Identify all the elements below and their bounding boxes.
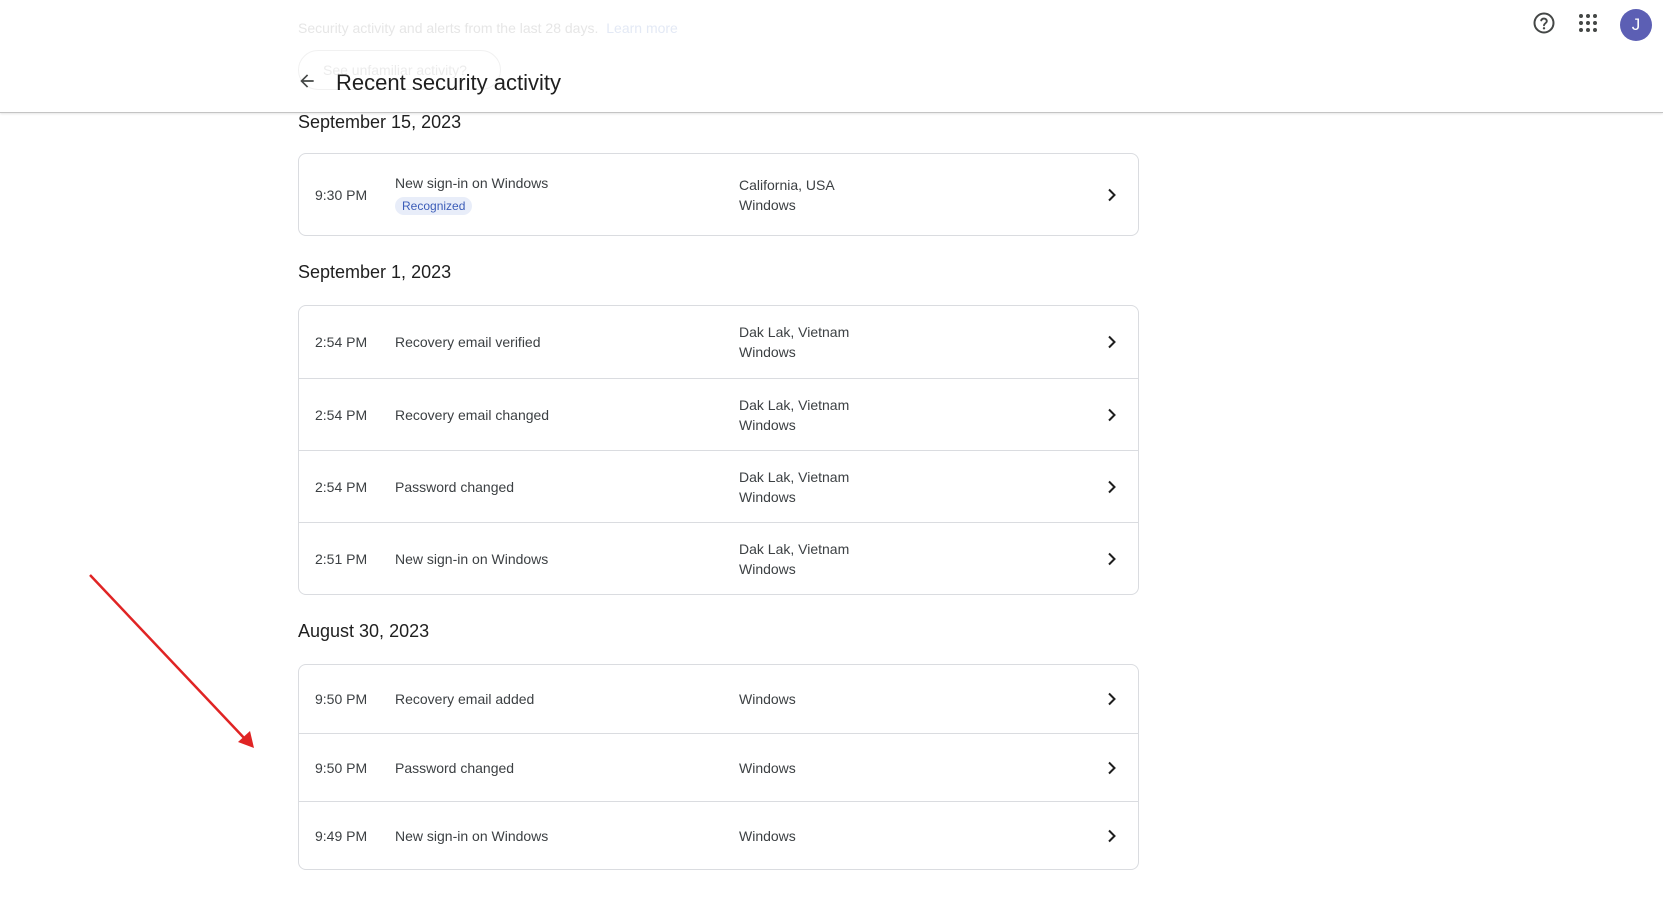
activity-event: Recovery email verified: [395, 334, 541, 350]
annotation-arrow-icon: [89, 574, 254, 748]
activity-event: New sign-in on Windows: [395, 174, 549, 191]
activity-event: Password changed: [395, 759, 515, 776]
activity-row[interactable]: 2:54 PM Password changed Dak Lak, Vietna…: [299, 450, 1138, 522]
activity-device: Windows: [739, 196, 796, 213]
activity-event-block: Recovery email changed: [395, 379, 549, 450]
page-header: Recent security activity J: [0, 0, 1663, 113]
activity-event-block: New sign-in on Windows: [395, 802, 548, 869]
activity-event: New sign-in on Windows: [395, 827, 549, 844]
activity-time: 2:54 PM: [315, 334, 368, 350]
activity-row[interactable]: 9:30 PM New sign-in on Windows Recognize…: [299, 154, 1138, 235]
activity-location-block: Windows: [739, 734, 796, 801]
activity-device: Windows: [739, 488, 796, 505]
activity-device: Windows: [739, 691, 796, 707]
chevron-right-icon: [1106, 523, 1118, 594]
activity-device: Windows: [739, 344, 796, 360]
back-button[interactable]: [293, 69, 321, 97]
activity-location-block: Dak Lak, Vietnam Windows: [739, 306, 849, 378]
activity-location: California, USA: [739, 176, 835, 193]
page: Security activity and alerts from the la…: [0, 0, 1663, 900]
activity-card-sep-15: 9:30 PM New sign-in on Windows Recognize…: [298, 153, 1139, 236]
activity-card-aug-30: 9:50 PM Recovery email added Windows 9:5…: [298, 664, 1139, 870]
activity-device: Windows: [739, 416, 796, 433]
page-title: Recent security activity: [336, 70, 561, 95]
chevron-right-icon: [1106, 154, 1118, 235]
chevron-right-icon: [1106, 665, 1118, 733]
activity-location-block: Windows: [739, 665, 796, 733]
activity-event-block: New sign-in on Windows: [395, 523, 548, 594]
activity-location-block: Dak Lak, Vietnam Windows: [739, 523, 849, 594]
group-date-sep-15: September 15, 2023: [298, 112, 462, 132]
activity-location: Dak Lak, Vietnam: [739, 324, 850, 340]
activity-row[interactable]: 2:54 PM Recovery email verified Dak Lak,…: [299, 306, 1138, 378]
activity-card-sep-1: 2:54 PM Recovery email verified Dak Lak,…: [298, 305, 1139, 595]
activity-event: Recovery email changed: [395, 406, 550, 423]
arrow-back-icon: [297, 71, 317, 96]
activity-event-block: Recovery email added: [395, 665, 534, 733]
activity-event: Recovery email added: [395, 691, 535, 707]
activity-location-block: Windows: [739, 802, 796, 869]
chevron-right-icon: [1106, 734, 1118, 801]
group-date-aug-30: August 30, 2023: [298, 621, 430, 641]
activity-row[interactable]: 9:50 PM Password changed Windows: [299, 733, 1138, 801]
help-button[interactable]: [1531, 12, 1557, 38]
activity-device: Windows: [739, 827, 796, 844]
activity-list: September 15, 2023 9:30 PM New sign-in o…: [298, 110, 1139, 870]
activity-time: 9:49 PM: [315, 827, 368, 844]
activity-event-block: Password changed: [395, 734, 514, 801]
activity-device: Windows: [739, 759, 796, 776]
group-date-sep-1: September 1, 2023: [298, 262, 452, 282]
activity-time: 9:50 PM: [315, 759, 368, 776]
activity-event-block: Recovery email verified: [395, 306, 541, 378]
recognized-badge: Recognized: [395, 196, 473, 215]
chevron-right-icon: [1106, 379, 1118, 450]
activity-time: 9:50 PM: [315, 691, 368, 707]
activity-location-block: Dak Lak, Vietnam Windows: [739, 451, 849, 522]
activity-event-block: New sign-in on Windows Recognized: [395, 154, 548, 235]
apps-grid-icon: [1578, 13, 1598, 38]
activity-time: 2:51 PM: [315, 550, 368, 567]
activity-row[interactable]: 2:51 PM New sign-in on Windows Dak Lak, …: [299, 522, 1138, 594]
chevron-right-icon: [1106, 802, 1118, 869]
activity-row[interactable]: 9:50 PM Recovery email added Windows: [299, 665, 1138, 733]
activity-location: Dak Lak, Vietnam: [739, 396, 850, 413]
activity-event: New sign-in on Windows: [395, 550, 549, 567]
activity-location-block: California, USA Windows: [739, 154, 835, 235]
activity-location: Dak Lak, Vietnam: [739, 540, 850, 557]
activity-event-block: Password changed: [395, 451, 514, 522]
activity-location: Dak Lak, Vietnam: [739, 468, 850, 485]
activity-time: 9:30 PM: [315, 186, 368, 203]
chevron-right-icon: [1106, 451, 1118, 522]
apps-button[interactable]: [1575, 12, 1601, 38]
activity-location-block: Dak Lak, Vietnam Windows: [739, 379, 849, 450]
account-avatar[interactable]: J: [1620, 9, 1652, 41]
chevron-right-icon: [1106, 306, 1118, 378]
activity-device: Windows: [739, 560, 796, 577]
activity-row[interactable]: 9:49 PM New sign-in on Windows Windows: [299, 801, 1138, 869]
activity-time: 2:54 PM: [315, 478, 368, 495]
activity-time: 2:54 PM: [315, 406, 368, 423]
activity-row[interactable]: 2:54 PM Recovery email changed Dak Lak, …: [299, 378, 1138, 450]
activity-event: Password changed: [395, 478, 515, 495]
help-circle-icon: [1532, 11, 1556, 40]
